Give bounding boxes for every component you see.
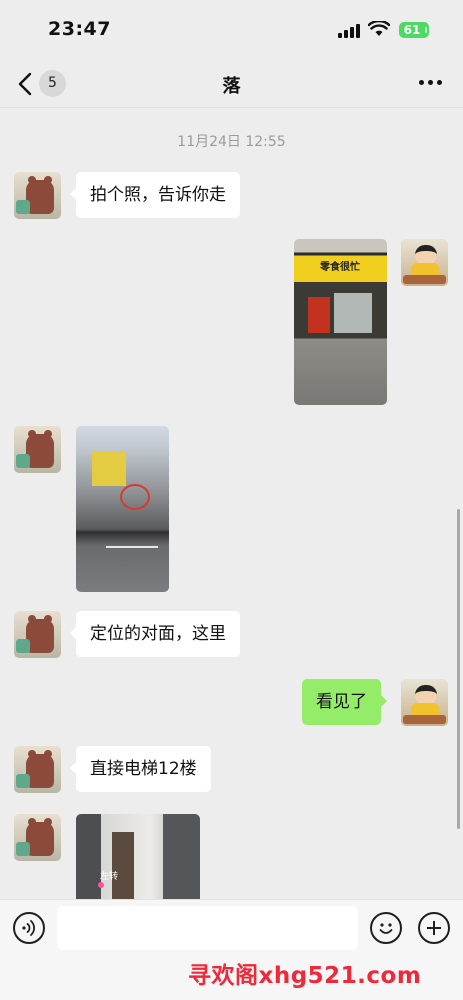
received-image-building[interactable] <box>76 426 169 592</box>
my-avatar[interactable] <box>401 239 448 286</box>
chat-title: 落 <box>222 76 241 97</box>
sent-message-bubble[interactable]: 看见了 <box>302 679 387 725</box>
voice-input-button[interactable] <box>13 912 45 944</box>
shop-sign-text: 零食很忙 <box>320 262 360 273</box>
red-circle-marker <box>120 484 150 510</box>
my-avatar[interactable] <box>401 679 448 726</box>
voice-icon <box>22 920 35 936</box>
cellular-signal-icon <box>338 24 360 38</box>
received-message-bubble[interactable]: 直接电梯12楼 <box>70 746 211 792</box>
contact-avatar[interactable] <box>14 814 61 861</box>
message-input[interactable] <box>57 906 358 950</box>
wifi-icon <box>368 21 390 36</box>
received-image-hallway[interactable]: 左转 <box>76 814 200 899</box>
hallway-label: 左转 <box>100 872 119 882</box>
emoji-button[interactable] <box>370 912 402 944</box>
status-bar: 23:47 61 <box>0 0 463 60</box>
message-list[interactable]: 11月24日 12:55 拍个照，告诉你走 零食很忙 定位的对面，这里 看见了 … <box>0 109 463 899</box>
chat-header: 5 落 <box>0 60 463 108</box>
battery-level: 61 <box>403 23 421 37</box>
contact-avatar[interactable] <box>14 426 61 473</box>
battery-icon: 61 <box>399 22 429 38</box>
watermark-text: 寻欢阁xhg521.com <box>188 963 422 989</box>
contact-avatar[interactable] <box>14 611 61 658</box>
received-message-bubble[interactable]: 定位的对面，这里 <box>70 611 240 657</box>
received-message-bubble[interactable]: 拍个照，告诉你走 <box>70 172 240 218</box>
scroll-indicator[interactable] <box>457 509 460 829</box>
message-timestamp: 11月24日 12:55 <box>177 134 286 150</box>
more-functions-button[interactable] <box>418 912 450 944</box>
status-time: 23:47 <box>48 18 111 40</box>
contact-avatar[interactable] <box>14 172 61 219</box>
contact-avatar[interactable] <box>14 746 61 793</box>
more-options-icon[interactable] <box>419 80 443 86</box>
smiley-icon <box>379 923 393 934</box>
sent-image-storefront[interactable]: 零食很忙 <box>294 239 387 405</box>
